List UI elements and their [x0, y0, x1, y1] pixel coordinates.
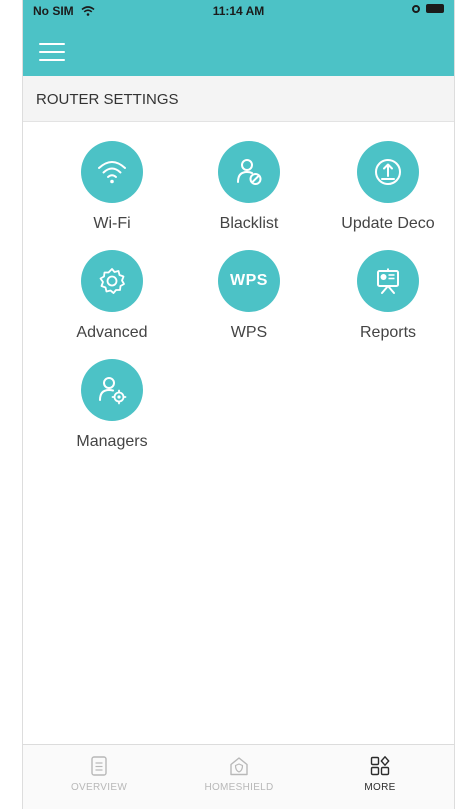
tile-label: Blacklist: [219, 215, 279, 232]
tile-reports[interactable]: Reports: [323, 250, 453, 342]
battery-icon: [426, 4, 444, 13]
wps-icon: WPS: [218, 250, 280, 312]
section-title: ROUTER SETTINGS: [36, 91, 179, 108]
tab-more[interactable]: MORE: [325, 755, 435, 793]
tile-label: Managers: [76, 433, 148, 450]
wifi-icon: [81, 141, 143, 203]
location-icon: [412, 4, 420, 13]
app-screen: No SIM 11:14 AM ROUTER SETTINGS Wi-Fi Bl…: [22, 0, 455, 809]
grid-more-icon: [370, 756, 390, 776]
tile-wps[interactable]: WPS WPS: [184, 250, 314, 342]
tile-label: Update Deco: [341, 215, 435, 232]
hamburger-menu-icon[interactable]: [39, 43, 65, 61]
home-shield-icon: [230, 757, 248, 776]
status-right: [412, 4, 444, 13]
status-bar: No SIM 11:14 AM: [23, 0, 454, 22]
tab-label: HOMESHIELD: [204, 782, 274, 793]
tile-wifi[interactable]: Wi-Fi: [47, 141, 177, 233]
manager-user-gear-icon: [81, 359, 143, 421]
gear-icon: [81, 250, 143, 312]
tile-label: WPS: [230, 324, 268, 341]
tile-label: Advanced: [76, 324, 148, 341]
tile-label: Reports: [359, 324, 417, 341]
tile-blacklist[interactable]: Blacklist: [184, 141, 314, 233]
blacklist-user-icon: [218, 141, 280, 203]
status-time: 11:14 AM: [212, 4, 265, 18]
document-icon: [91, 756, 107, 776]
tile-managers[interactable]: Managers: [47, 359, 177, 451]
report-board-icon: [357, 250, 419, 312]
wifi-signal-icon: [81, 6, 95, 16]
tab-label: OVERVIEW: [70, 782, 128, 793]
tile-label: Wi-Fi: [93, 215, 131, 232]
app-header: No SIM 11:14 AM: [23, 0, 454, 76]
tile-update-deco[interactable]: Update Deco: [323, 141, 453, 233]
tab-homeshield[interactable]: HOMESHIELD: [184, 755, 294, 793]
bottom-tab-bar: OVERVIEW HOMESHIELD MORE: [23, 744, 454, 809]
section-header: ROUTER SETTINGS: [23, 76, 454, 122]
tab-overview[interactable]: OVERVIEW: [44, 755, 154, 793]
tab-label: MORE: [364, 782, 396, 793]
update-icon: [357, 141, 419, 203]
carrier-status: No SIM: [33, 4, 95, 18]
tile-advanced[interactable]: Advanced: [47, 250, 177, 342]
wps-icon-text: WPS: [230, 272, 268, 289]
carrier-label: No SIM: [33, 4, 74, 18]
